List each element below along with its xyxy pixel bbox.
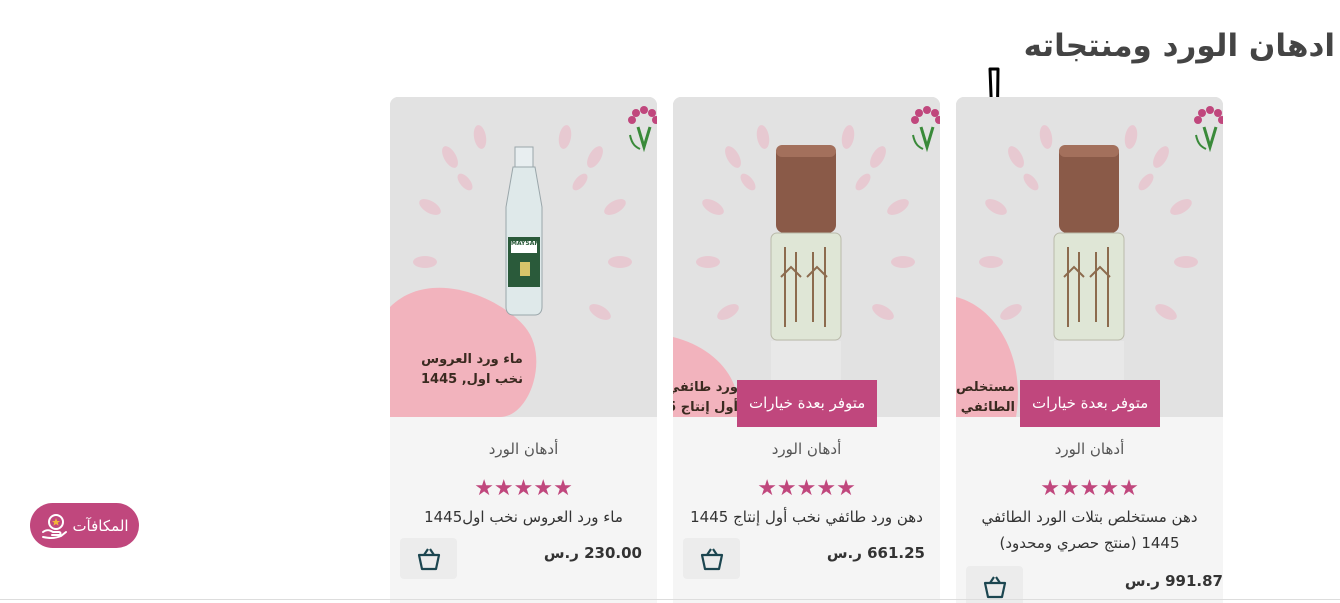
add-to-cart-button[interactable] (400, 538, 457, 579)
cart-icon (700, 547, 723, 570)
product-card[interactable]: ورد طائفي أول إنتاج 45 متوفر بعدة خيارات… (673, 97, 940, 603)
product-image[interactable]: MAYSAM ماء ورد العروس نخب اول, 1445 (390, 97, 657, 417)
product-category[interactable]: أدهان الورد (390, 440, 657, 458)
cart-icon (417, 547, 440, 570)
product-name[interactable]: دهن ورد طائفي نخب أول إنتاج 1445 (681, 504, 932, 530)
product-category[interactable]: أدهان الورد (956, 440, 1223, 458)
product-category[interactable]: أدهان الورد (673, 440, 940, 458)
cart-icon (983, 575, 1006, 598)
add-to-cart-button[interactable] (683, 538, 740, 579)
product-image[interactable]: مستخلص بـ الطائفي 5 (956, 97, 1223, 417)
image-overlay-text: ورد طائفي أول إنتاج 45 (673, 380, 738, 415)
section-title: ادهان الورد ومنتجاته (1023, 28, 1336, 64)
rewards-button[interactable]: المكافآت (30, 503, 139, 548)
product-card[interactable]: مستخلص بـ الطائفي 5 متوفر بعدة خيارات أد… (956, 97, 1223, 603)
options-badge: متوفر بعدة خيارات (1020, 380, 1161, 427)
product-card[interactable]: MAYSAM ماء ورد العروس نخب اول, 1445 أدها… (390, 97, 657, 603)
add-to-cart-button[interactable] (966, 566, 1023, 603)
product-name[interactable]: ماء ورد العروس نخب اول1445 (398, 504, 649, 530)
product-price: 991.87 ر.س (1124, 572, 1223, 590)
image-overlay-text: مستخلص بـ الطائفي 5 (956, 380, 1015, 415)
bottle-label: MAYSAM (511, 240, 541, 247)
product-price: 230.00 ر.س (543, 544, 642, 562)
rating-stars: ★★★★★ (474, 476, 573, 501)
image-overlay-text: ماء ورد العروس نخب اول, 1445 (420, 352, 523, 387)
options-badge: متوفر بعدة خيارات (737, 380, 878, 427)
rating-stars: ★★★★★ (757, 476, 856, 501)
rewards-icon (42, 513, 68, 539)
divider (0, 599, 1340, 600)
rewards-label: المكافآت (72, 516, 129, 535)
rating-stars: ★★★★★ (1040, 476, 1139, 501)
product-name[interactable]: دهن مستخلص بتلات الورد الطائفي 1445 (منت… (964, 504, 1215, 556)
product-price: 661.25 ر.س (826, 544, 925, 562)
product-image[interactable]: ورد طائفي أول إنتاج 45 (673, 97, 940, 417)
